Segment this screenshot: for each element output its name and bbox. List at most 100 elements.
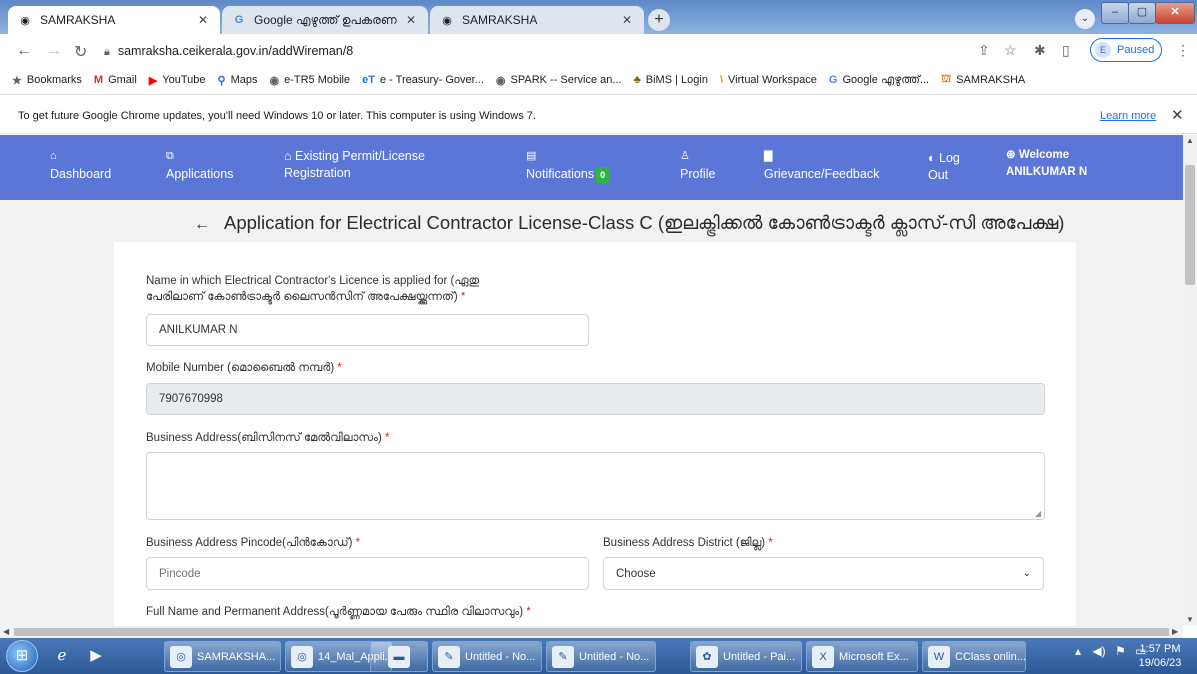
taskbar-button[interactable]: ✎ Untitled - No...: [546, 641, 656, 672]
learn-more-link[interactable]: Learn more: [1100, 110, 1156, 122]
bookmark-label: e - Treasury- Gover...: [379, 74, 484, 86]
bookmark-item[interactable]: ◉ e-TR5 Mobile: [269, 74, 350, 87]
close-icon[interactable]: ✕: [1171, 106, 1184, 124]
page-title-text: Application for Electrical Contractor Li…: [224, 212, 1065, 233]
profile-button[interactable]: E Paused: [1090, 38, 1162, 62]
scroll-down-arrow-icon[interactable]: ▼: [1186, 615, 1194, 624]
new-tab-button[interactable]: +: [648, 9, 670, 31]
start-button[interactable]: ⊞: [6, 640, 38, 672]
taskbar-button-label: SAMRAKSHA...: [197, 650, 276, 663]
required-mark: *: [526, 606, 531, 618]
nav-profile[interactable]: ♙ Profile: [680, 148, 715, 183]
nav-label-line2: Out: [928, 168, 949, 182]
nav-notifications[interactable]: ▤ Notifications 0: [526, 148, 610, 184]
license-name-field[interactable]: ANILKUMAR N: [146, 314, 589, 346]
close-tab-icon[interactable]: ✕: [618, 13, 636, 27]
folder-icon: ▬: [388, 645, 410, 668]
bookmark-item[interactable]: ♣ BiMS | Login: [634, 74, 708, 86]
taskbar-button[interactable]: X Microsoft Ex...: [806, 641, 918, 672]
bims-icon: ♣: [633, 74, 641, 86]
minimize-window-button[interactable]: –: [1101, 2, 1129, 24]
share-icon[interactable]: ⇪: [978, 42, 990, 59]
bookmark-item[interactable]: ▶ YouTube: [149, 74, 206, 87]
pincode-input[interactable]: Pincode: [146, 557, 589, 590]
bookmark-label: SPARK -- Service an...: [510, 74, 622, 86]
district-select[interactable]: Choose ⌄: [603, 557, 1044, 590]
browser-tab-samraksha[interactable]: ◉ SAMRAKSHA ✕: [8, 6, 220, 34]
tab-title: Google എഴുത്ത് ഉപകരണ: [254, 12, 397, 27]
file-icon: ▇: [764, 150, 773, 162]
back-arrow-icon[interactable]: ←: [16, 42, 32, 60]
taskbar-button[interactable]: ✎ Untitled - No...: [432, 641, 542, 672]
page-title: ← Application for Electrical Contractor L…: [194, 212, 1064, 234]
menu-icon[interactable]: ⋮: [1176, 42, 1190, 59]
word-icon: W: [928, 645, 950, 668]
scroll-up-arrow-icon[interactable]: ▲: [1186, 136, 1194, 145]
bookmark-item[interactable]: \ Virtual Workspace: [720, 74, 817, 86]
forward-arrow-icon[interactable]: →: [46, 42, 62, 60]
nav-label-line2: Registration: [284, 166, 351, 180]
nav-applications[interactable]: ⧉ Applications: [166, 148, 233, 183]
scroll-left-arrow-icon[interactable]: ◀: [3, 627, 9, 636]
tray-arrow-icon[interactable]: ▴: [1075, 644, 1081, 658]
internet-explorer-icon[interactable]: ℯ: [50, 644, 74, 668]
copy-icon: ⧉: [166, 150, 174, 162]
mobile-number-field[interactable]: 7907670998: [146, 383, 1045, 415]
taskbar-button[interactable]: ✿ Untitled - Pai...: [690, 641, 802, 672]
close-tab-icon[interactable]: ✕: [194, 13, 212, 27]
browser-tab-samraksha-2[interactable]: ◉ SAMRAKSHA ✕: [430, 6, 644, 34]
notepad-icon: ✎: [552, 645, 574, 668]
bookmark-item[interactable]: eT e - Treasury- Gover...: [362, 74, 484, 86]
bookmark-star-icon[interactable]: ☆: [1004, 42, 1017, 59]
district-selected-value: Choose: [616, 567, 656, 580]
bookmark-item[interactable]: ◉ SPARK -- Service an...: [496, 74, 622, 87]
address-bar[interactable]: 🔒︎ samraksha.ceikerala.gov.in/addWireman/…: [104, 40, 976, 62]
home-icon: ⌂: [50, 150, 57, 162]
close-window-button[interactable]: ✕: [1155, 2, 1195, 24]
fullname-label-text: Full Name and Permanent Address(പൂർണ്ണമാ…: [146, 606, 524, 618]
nav-logout[interactable]: ◐ Log Out: [928, 150, 960, 184]
avatar: E: [1095, 42, 1111, 58]
nav-existing-permit[interactable]: ⌂ Existing Permit/License Registration: [284, 148, 425, 182]
action-center-flag-icon[interactable]: ⚑: [1115, 644, 1126, 658]
nav-dashboard[interactable]: ⌂ Dashboard: [50, 148, 111, 183]
bookmark-item[interactable]: ★ Bookmarks: [12, 74, 82, 87]
extensions-icon[interactable]: ✱: [1034, 42, 1046, 59]
bookmark-label: Maps: [230, 74, 258, 86]
bookmark-item[interactable]: M Gmail: [94, 74, 137, 86]
scroll-right-arrow-icon[interactable]: ▶: [1172, 627, 1178, 636]
back-arrow-icon[interactable]: ←: [194, 216, 210, 233]
business-address-label: Business Address(ബിസിനസ് മേൽവിലാസം) *: [146, 430, 390, 446]
side-panel-icon[interactable]: ▯: [1062, 42, 1070, 59]
resize-handle-icon[interactable]: ◢: [1035, 509, 1041, 518]
bookmark-item[interactable]: ⛫ SAMRAKSHA: [941, 73, 1025, 87]
close-tab-icon[interactable]: ✕: [402, 13, 420, 27]
maps-icon: ⚲: [217, 74, 226, 87]
bookmark-item[interactable]: G Google എഴുത്ത്...: [829, 74, 929, 87]
nav-grievance[interactable]: ▇ Grievance/Feedback: [764, 148, 879, 183]
gmail-icon: M: [93, 74, 104, 86]
media-player-icon[interactable]: ▶: [84, 644, 108, 668]
user-icon: ♙: [680, 150, 690, 162]
taskbar-clock[interactable]: 1:57 PM 19/06/23: [1137, 642, 1183, 670]
maximize-window-button[interactable]: ▢: [1128, 2, 1156, 24]
bookmark-label: YouTube: [162, 74, 206, 86]
pincode-label-text: Business Address Pincode(പിൻകോഡ്): [146, 537, 353, 549]
browser-tab-google-input[interactable]: G Google എഴുത്ത് ഉപകരണ ✕: [222, 6, 428, 34]
horizontal-scroll-thumb[interactable]: [14, 628, 1169, 636]
required-mark: *: [355, 537, 361, 549]
clock-time: 1:57 PM: [1139, 643, 1181, 655]
taskbar-button[interactable]: ▬: [370, 641, 428, 672]
taskbar-button[interactable]: W CClass onlin...: [922, 641, 1026, 672]
volume-icon[interactable]: ◀): [1092, 644, 1105, 658]
nav-label: Dashboard: [50, 167, 112, 181]
vertical-scroll-thumb[interactable]: [1185, 165, 1195, 285]
taskbar-button[interactable]: ◎ SAMRAKSHA...: [164, 641, 281, 672]
business-address-textarea[interactable]: [146, 452, 1045, 520]
name-label-line2: പേരിലാണ് കോൺട്രാക്ടർ ലൈസൻസിന് അപേക്ഷയ്ക്…: [146, 291, 458, 303]
nav-label: Profile: [680, 167, 716, 181]
bookmark-item[interactable]: ⚲ Maps: [218, 74, 258, 87]
reload-icon[interactable]: ↻: [74, 42, 87, 62]
tab-search-button[interactable]: ⌄: [1075, 9, 1095, 29]
nav-label: Grievance/Feedback: [764, 167, 880, 181]
